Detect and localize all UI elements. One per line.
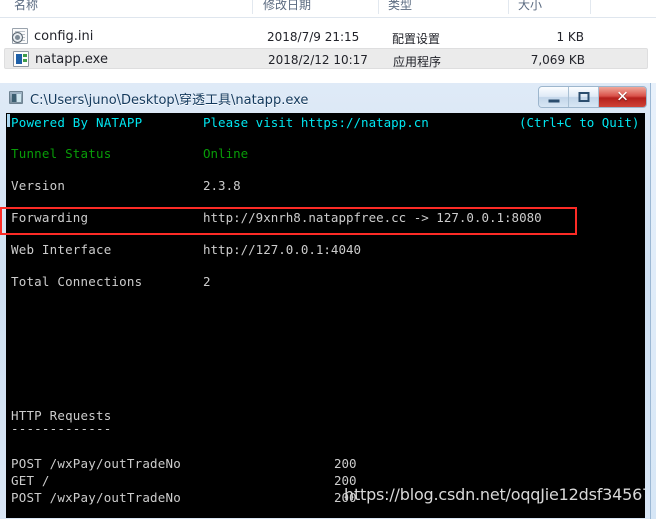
table-row[interactable]: natapp.exe 2018/2/12 10:17 应用程序 7,069 KB	[4, 48, 648, 69]
column-divider[interactable]	[378, 0, 379, 14]
column-divider[interactable]	[508, 0, 509, 14]
file-date-modified: 2018/2/12 10:17	[268, 53, 368, 67]
column-divider[interactable]	[252, 0, 253, 14]
title-bar[interactable]: C:\Users\juno\Desktop\穿透工具\natapp.exe ✕	[0, 83, 651, 113]
http-request-line: POST /wxPay/outTradeNo	[11, 456, 181, 471]
console-field-label: Total Connections	[11, 274, 143, 289]
console-field-value: http://127.0.0.1:4040	[203, 242, 362, 257]
http-request-status: 200	[334, 456, 357, 471]
file-type: 配置设置	[392, 32, 441, 46]
column-divider[interactable]	[590, 0, 591, 14]
console-banner-visit: Please visit https://natapp.cn	[203, 115, 429, 130]
console-banner-powered: Powered By NATAPP	[11, 115, 143, 130]
console-field-value: 2.3.8	[203, 178, 241, 193]
minimize-icon	[548, 99, 559, 103]
column-header-name[interactable]: 名称	[14, 0, 38, 13]
window-title: C:\Users\juno\Desktop\穿透工具\natapp.exe	[30, 93, 309, 108]
console-field-label: Version	[11, 178, 66, 193]
http-request-line: POST /wxPay/outTradeNo	[11, 490, 181, 505]
explorer-column-headers: 名称 修改日期 类型 大小	[0, 0, 656, 18]
console-field-label: Tunnel Status	[11, 146, 112, 161]
file-name: natapp.exe	[35, 52, 108, 67]
console-app-icon	[9, 91, 23, 104]
close-button[interactable]: ✕	[599, 87, 646, 107]
window-frame: C:\Users\juno\Desktop\穿透工具\natapp.exe ✕	[0, 83, 651, 525]
http-request-line: GET /	[11, 473, 50, 488]
watermark-text: https://blog.csdn.net/oqqJie12dsf3456789	[344, 485, 645, 504]
explorer-file-list: 名称 修改日期 类型 大小 config.ini 2018/7/9 21:15 …	[0, 0, 656, 83]
maximize-icon	[578, 92, 589, 102]
maximize-button[interactable]	[569, 87, 599, 107]
window-controls: ✕	[538, 86, 647, 108]
column-header-type[interactable]: 类型	[388, 0, 412, 13]
exe-file-icon	[13, 51, 29, 67]
console-window: C:\Users\juno\Desktop\穿透工具\natapp.exe ✕	[0, 83, 656, 525]
console-field-value: http://9xnrh8.natappfree.cc -> 127.0.0.1…	[203, 210, 542, 225]
file-size: 1 KB	[556, 30, 584, 44]
text-cursor	[7, 114, 10, 127]
table-row[interactable]: config.ini 2018/7/9 21:15 配置设置 1 KB	[4, 26, 648, 47]
console-field-label: Web Interface	[11, 242, 112, 257]
ini-file-icon	[12, 28, 28, 44]
close-icon: ✕	[616, 87, 629, 106]
console-field-label: Forwarding	[11, 210, 89, 225]
file-date-modified: 2018/7/9 21:15	[267, 30, 360, 44]
console-banner-quit-hint: (Ctrl+C to Quit)	[519, 115, 640, 130]
console-field-value: 2	[203, 274, 211, 289]
page-bottom-edge	[0, 519, 656, 525]
column-header-date-modified[interactable]: 修改日期	[263, 0, 311, 13]
minimize-button[interactable]	[539, 87, 569, 107]
file-size: 7,069 KB	[530, 53, 585, 67]
http-requests-rule: -------------	[11, 421, 112, 436]
file-type: 应用程序	[393, 55, 442, 69]
console-field-value: Online	[203, 146, 249, 161]
column-header-size[interactable]: 大小	[518, 0, 542, 13]
screenshot-root: 名称 修改日期 类型 大小 config.ini 2018/7/9 21:15 …	[0, 0, 656, 525]
file-name: config.ini	[34, 29, 94, 44]
console-output[interactable]: Powered By NATAPP Please visit https://n…	[6, 113, 645, 518]
